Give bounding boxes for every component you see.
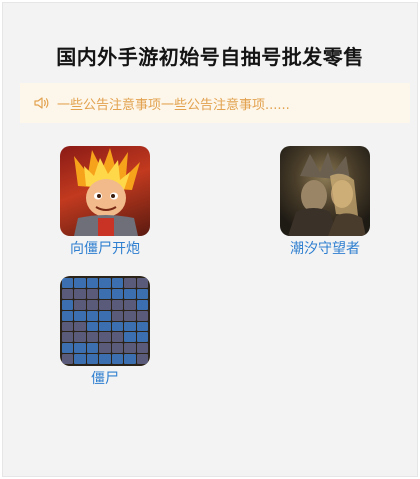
item-slot-tile [124,332,136,343]
item-slot-tile [99,310,111,321]
item-slot-tile [99,332,111,343]
game-name-1[interactable]: 向僵尸开炮 [40,238,170,258]
item-slot-tile [62,278,74,288]
item-slot-tile [62,354,74,364]
game-card-2[interactable]: 潮汐守望者 [260,146,390,258]
item-slot-tile [124,288,136,299]
item-slot-tile [111,278,124,288]
item-slot-tile [136,343,148,354]
item-slot-tile [111,310,124,321]
item-slot-tile [74,288,86,299]
game-name-3[interactable]: 僵尸 [40,368,170,388]
item-slot-tile [74,321,86,332]
item-slot-tile [62,321,74,332]
item-slot-tile [99,343,111,354]
dark-warrior-game-icon[interactable] [280,146,370,236]
item-slot-tile [99,321,111,332]
item-slot-tile [124,299,136,310]
item-slot-tile [124,354,136,364]
item-slot-tile [62,343,74,354]
item-slot-tile [124,343,136,354]
item-slot-tile [136,321,148,332]
item-slot-tile [124,321,136,332]
item-slot-tile [86,343,99,354]
item-slot-tile [136,278,148,288]
item-slot-tile [86,332,99,343]
item-slot-tile [86,354,99,364]
item-slot-tile [74,354,86,364]
item-slot-tile [136,288,148,299]
item-slot-tile [86,278,99,288]
item-slot-tile [111,299,124,310]
item-slot-tile [62,332,74,343]
game-name-2[interactable]: 潮汐守望者 [260,238,390,258]
cartoon-hero-game-icon[interactable] [60,146,150,236]
item-slot-tile [136,310,148,321]
item-slot-tile [62,299,74,310]
item-slot-tile [124,310,136,321]
item-slot-tile [111,354,124,364]
item-slot-tile [99,278,111,288]
item-slot-tile [111,288,124,299]
item-slot-tile [62,310,74,321]
item-slot-tile [99,299,111,310]
speaker-icon [34,95,50,111]
item-slot-tile [86,288,99,299]
item-slot-tile [111,343,124,354]
notice-text: 一些公告注意事项一些公告注意事项...... [57,97,290,113]
item-slot-tile [74,332,86,343]
item-slot-tile [111,332,124,343]
item-grid-game-icon[interactable] [60,276,150,366]
item-slot-tile [124,278,136,288]
item-slot-tile [74,278,86,288]
item-slot-tile [74,299,86,310]
notice-bar: 一些公告注意事项一些公告注意事项...... [20,83,410,123]
item-slot-tile [136,332,148,343]
page-title: 国内外手游初始号自抽号批发零售 [56,45,364,69]
item-slot-tile [62,288,74,299]
item-slot-tile [74,310,86,321]
item-slot-tile [74,343,86,354]
item-slot-tile [99,288,111,299]
item-slot-tile [86,310,99,321]
page-container: 国内外手游初始号自抽号批发零售 一些公告注意事项一些公告注意事项...... 向… [2,2,418,477]
item-slot-tile [86,321,99,332]
game-card-1[interactable]: 向僵尸开炮 [40,146,170,258]
item-slot-tile [136,299,148,310]
game-card-3[interactable]: 僵尸 [40,276,170,388]
item-slot-tile [136,354,148,364]
item-slot-tile [99,354,111,364]
item-slot-tile [111,321,124,332]
item-slot-tile [86,299,99,310]
